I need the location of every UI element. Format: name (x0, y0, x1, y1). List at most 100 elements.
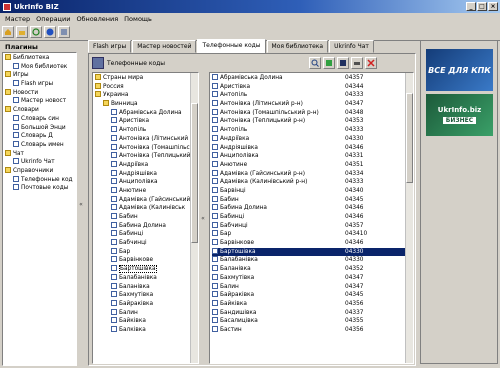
code-row[interactable]: Бартошівка 04330 (212, 247, 405, 257)
plugin-item[interactable]: Мастер новост (5, 97, 74, 106)
export-icon[interactable] (323, 57, 335, 69)
tree-item[interactable]: Украина (95, 91, 198, 100)
code-row[interactable]: Байківка 04356 (212, 299, 405, 309)
tree-item[interactable]: Страны мира (95, 74, 198, 83)
tree-item[interactable]: Бартошівка (95, 265, 198, 274)
tree-item[interactable]: Антонівка (Томашпільськ (95, 143, 198, 153)
tree-item[interactable]: Байківка (95, 317, 198, 326)
code-row[interactable]: Басалицівка 04355 (212, 317, 405, 326)
print-icon[interactable] (351, 57, 363, 69)
search-icon[interactable] (309, 57, 321, 69)
code-row[interactable]: Бабин 04345 (212, 195, 405, 205)
code-row[interactable]: Антопіль 04333 (212, 126, 405, 135)
menu-help[interactable]: Помощь (121, 15, 155, 23)
tree-item[interactable]: Балабанівка (95, 273, 198, 283)
middle-splitter[interactable]: « (200, 72, 206, 364)
plugin-item[interactable]: Словарь имен (5, 140, 74, 150)
refresh-icon[interactable] (30, 26, 42, 38)
tree-item[interactable]: Анциполівка (95, 178, 198, 187)
code-row[interactable]: Антопіль 04333 (212, 91, 405, 100)
tree-item[interactable]: Бабин (95, 213, 198, 222)
code-row[interactable]: Байраківка 04345 (212, 291, 405, 300)
code-row[interactable]: Андріївка 04330 (212, 134, 405, 144)
tree-item[interactable]: Аристівка (95, 117, 198, 126)
tree-item[interactable]: Бахмутівка (95, 291, 198, 300)
tab[interactable]: Flash игры (88, 40, 132, 53)
code-row[interactable]: Анютине 04351 (212, 160, 405, 170)
tree-item[interactable]: Бабчинці (95, 239, 198, 248)
edit-icon[interactable] (16, 26, 28, 38)
tree-item[interactable]: Бар (95, 247, 198, 257)
tree-item[interactable]: Россия (95, 82, 198, 92)
code-row[interactable]: Андріяшівка 04346 (212, 143, 405, 153)
code-row[interactable]: Антонівка (Теплицький р-н) 04353 (212, 117, 405, 126)
plugin-item[interactable]: Словарь син (5, 114, 74, 124)
plugin-item[interactable]: Моя библиотек (5, 62, 74, 72)
tree-item[interactable]: Абрамівська Долина (95, 108, 198, 118)
save-icon[interactable] (337, 57, 349, 69)
code-row[interactable]: Бар 043410 (212, 230, 405, 239)
code-row[interactable]: Антонівка (Літинський р-н) 04347 (212, 100, 405, 109)
code-row[interactable]: Бастин 04356 (212, 325, 405, 335)
tree-scrollbar[interactable] (190, 73, 198, 363)
tree-item[interactable]: Антонівка (Теплицький (95, 152, 198, 161)
tree-item[interactable]: Барвінкове (95, 256, 198, 265)
tree-item[interactable]: Антонівка (Літинський (95, 134, 198, 144)
codes-scrollbar[interactable] (405, 73, 413, 363)
tab[interactable]: Телефонные коды (197, 39, 266, 53)
plugin-item[interactable]: Ukrinfo Чат (5, 158, 74, 167)
minimize-button[interactable]: _ (466, 2, 476, 11)
code-row[interactable]: Барвінці 04340 (212, 186, 405, 196)
tree-item[interactable]: Бабина Долина (95, 221, 198, 231)
code-row[interactable]: Бабина Долина 04346 (212, 204, 405, 213)
code-row[interactable]: Адамівка (Калинівський р-н) 04333 (212, 178, 405, 187)
plugin-item[interactable]: Почтовые коды (5, 184, 74, 193)
plugin-item[interactable]: Flash игры (5, 80, 74, 89)
plugin-item[interactable]: Новости (5, 88, 74, 98)
left-splitter[interactable]: « (78, 42, 84, 366)
tree-item[interactable]: Андріяшівка (95, 169, 198, 179)
book-icon[interactable] (58, 26, 70, 38)
code-row[interactable]: Бабинці 04346 (212, 213, 405, 222)
plugin-item[interactable]: Словарь Д (5, 132, 74, 141)
home-icon[interactable] (2, 26, 14, 38)
tree-item[interactable]: Бабинці (95, 230, 198, 239)
code-row[interactable]: Абрамівська Долина 04357 (212, 74, 405, 83)
tab[interactable]: Ukrinfo Чат (329, 40, 374, 53)
close-button[interactable]: × (488, 2, 498, 11)
tree-item[interactable]: Анютине (95, 186, 198, 196)
menu-updates[interactable]: Обновления (73, 15, 121, 23)
tree-item[interactable]: Антопіль (95, 126, 198, 135)
code-row[interactable]: Адамівка (Гайсинський р-н) 04334 (212, 169, 405, 179)
code-row[interactable]: Барвінкове 04346 (212, 239, 405, 248)
maximize-button[interactable]: □ (477, 2, 487, 11)
code-row[interactable]: Бабчинці 04357 (212, 221, 405, 231)
plugin-item[interactable]: Справочники (5, 166, 74, 176)
tab[interactable]: Мастер новостей (132, 40, 197, 53)
code-row[interactable]: Балабанівка 04330 (212, 256, 405, 265)
ad-banner-pda[interactable]: ВСЕ ДЛЯ КПК (426, 49, 493, 91)
plugin-item[interactable]: Чат (5, 149, 74, 159)
code-row[interactable]: Бандишівка 04337 (212, 308, 405, 318)
tree-item[interactable]: Байраківка (95, 299, 198, 309)
menu-master[interactable]: Мастер (2, 15, 33, 23)
plugin-item[interactable]: Библиотека (5, 54, 74, 63)
plugin-item[interactable]: Игры (5, 71, 74, 80)
code-row[interactable]: Антонівка (Томашпільський р-н) 04348 (212, 108, 405, 118)
tree-item[interactable]: Адамівка (Гайсинський (95, 195, 198, 205)
tree-item[interactable]: Адамівка (Калинівськ (95, 204, 198, 213)
plugin-item[interactable]: Большой Энци (5, 123, 74, 133)
tree-item[interactable]: Баланівка (95, 282, 198, 292)
tab[interactable]: Моя библиотека (266, 40, 329, 53)
tree-item[interactable]: Андріївка (95, 160, 198, 170)
delete-icon[interactable] (365, 57, 377, 69)
tree-item[interactable]: Балин (95, 308, 198, 318)
tree-item[interactable]: Винница (95, 100, 198, 109)
plugin-item[interactable]: Словари (5, 106, 74, 115)
code-row[interactable]: Балин 04347 (212, 282, 405, 292)
tree-item[interactable]: Балківка (95, 325, 198, 335)
ad-banner-ukrinfo[interactable]: UkrInfo.biz БИЗНЕС (426, 94, 493, 136)
help-icon[interactable] (44, 26, 56, 38)
code-row[interactable]: Аристівка 04344 (212, 82, 405, 92)
code-row[interactable]: Бахмутівка 04347 (212, 273, 405, 283)
